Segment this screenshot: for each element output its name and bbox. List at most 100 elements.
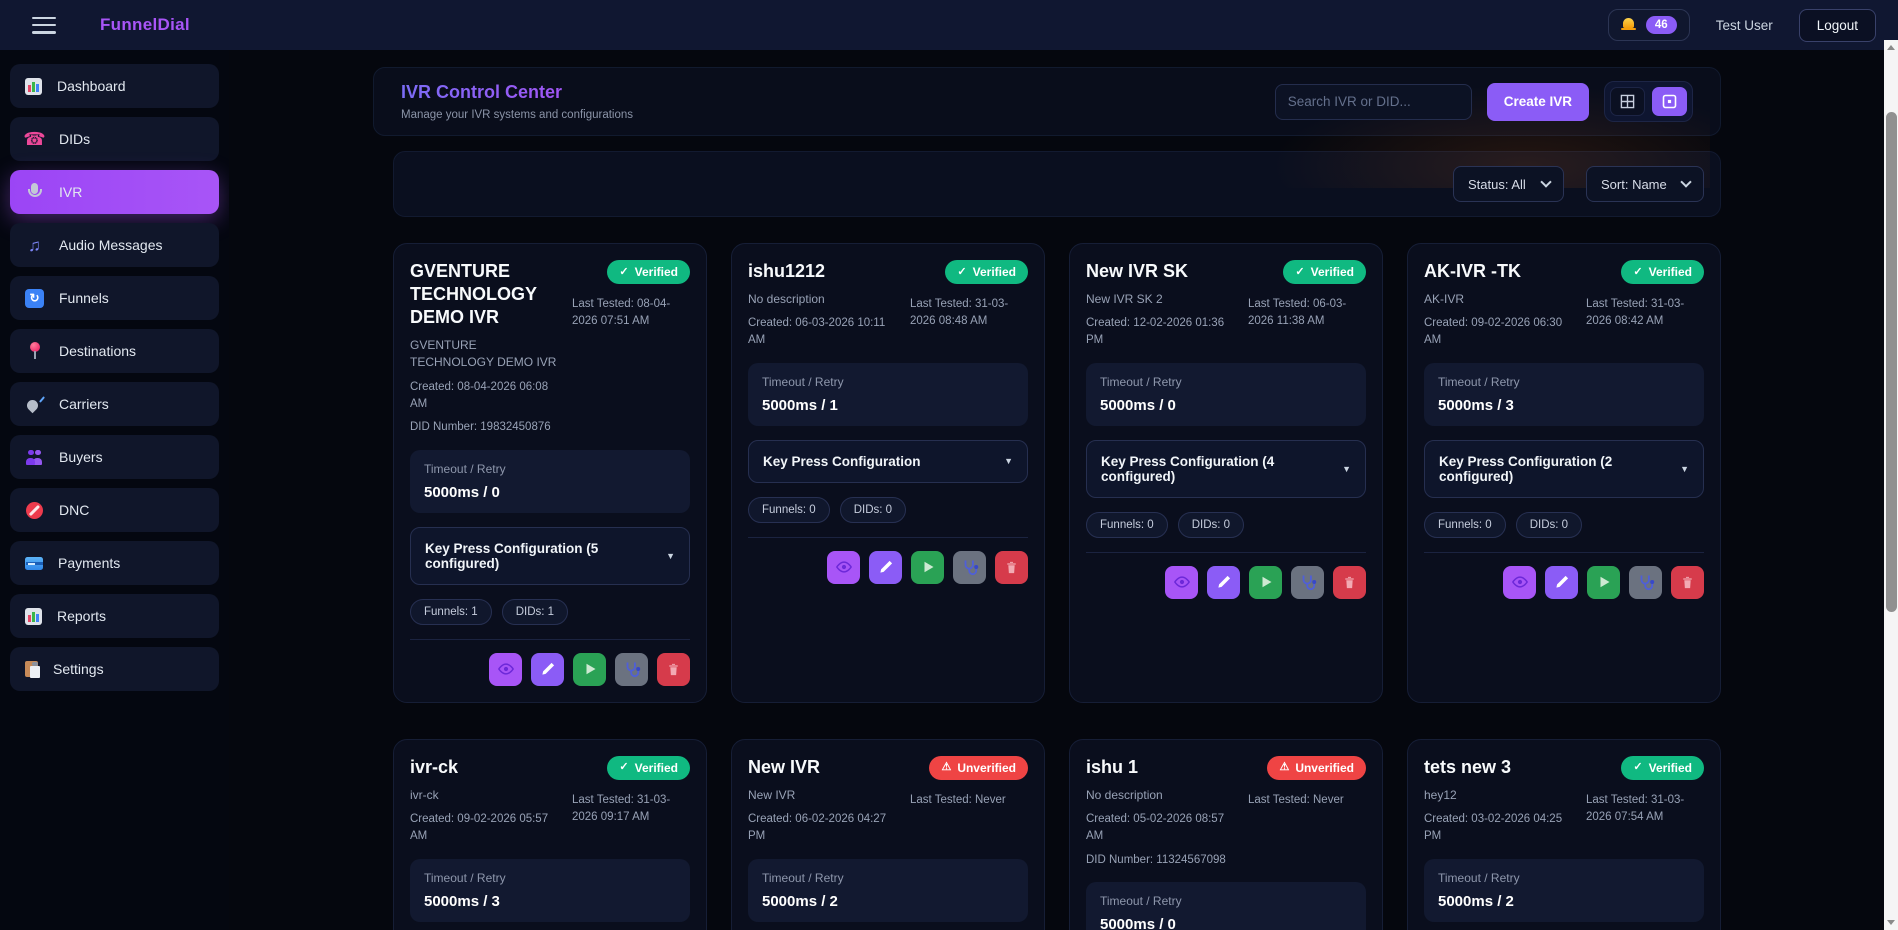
timeout-retry-box: Timeout / Retry 5000ms / 1 bbox=[748, 363, 1028, 426]
ivr-card-title: ishu1212 bbox=[748, 260, 900, 283]
view-ivr-button[interactable] bbox=[489, 653, 522, 686]
status-badge: ⚠ Unverified bbox=[1267, 756, 1366, 780]
dids-count-chip: DIDs: 0 bbox=[840, 497, 906, 523]
create-ivr-button[interactable]: Create IVR bbox=[1487, 83, 1589, 121]
delete-ivr-button[interactable] bbox=[1671, 566, 1704, 599]
table-view-button[interactable] bbox=[1610, 87, 1645, 116]
hamburger-menu-icon[interactable] bbox=[32, 17, 56, 34]
sidebar-item-settings[interactable]: Settings bbox=[10, 647, 219, 691]
status-filter-wrap: Status: All bbox=[1453, 166, 1564, 202]
status-badge: ✓ Verified bbox=[1621, 756, 1704, 780]
timeout-retry-value: 5000ms / 3 bbox=[424, 893, 676, 910]
topbar-right: 46 Test User Logout bbox=[1608, 9, 1876, 42]
ivr-card: ishu1212 No description Created: 06-03-2… bbox=[731, 243, 1045, 703]
sidebar-item-payments[interactable]: Payments bbox=[10, 541, 219, 585]
diagnostics-button[interactable] bbox=[615, 653, 648, 686]
timeout-retry-box: Timeout / Retry 5000ms / 0 bbox=[410, 450, 690, 513]
status-badge: ⚠ Unverified bbox=[929, 756, 1028, 780]
notifications-button[interactable]: 46 bbox=[1608, 9, 1690, 41]
sidebar-item-funnels[interactable]: Funnels bbox=[10, 276, 219, 320]
test-call-button[interactable] bbox=[1249, 566, 1282, 599]
sidebar-item-dids[interactable]: DIDs bbox=[10, 117, 219, 161]
test-call-button[interactable] bbox=[573, 653, 606, 686]
trash-icon bbox=[1004, 560, 1019, 575]
card-view-button[interactable] bbox=[1652, 87, 1687, 116]
funnels-count-chip: Funnels: 1 bbox=[410, 599, 492, 625]
funnels-count-chip: Funnels: 0 bbox=[748, 497, 830, 523]
sidebar-item-label: DIDs bbox=[59, 131, 90, 147]
status-badge-icon: ✓ bbox=[1633, 267, 1642, 278]
bell-icon bbox=[1621, 18, 1637, 33]
ivr-card-last-tested: Last Tested: 31-03-2026 08:42 AM bbox=[1586, 296, 1704, 329]
play-icon bbox=[1258, 574, 1274, 590]
logout-button[interactable]: Logout bbox=[1799, 9, 1876, 42]
test-call-button[interactable] bbox=[1587, 566, 1620, 599]
timeout-retry-label: Timeout / Retry bbox=[424, 462, 676, 476]
view-ivr-button[interactable] bbox=[1165, 566, 1198, 599]
keypress-config-dropdown[interactable]: Key Press Configuration (5 configured) ▼ bbox=[410, 527, 690, 585]
view-ivr-button[interactable] bbox=[1503, 566, 1536, 599]
sidebar-item-audio-messages[interactable]: Audio Messages bbox=[10, 223, 219, 267]
sidebar-item-destinations[interactable]: Destinations bbox=[10, 329, 219, 373]
ivr-card-description: No description bbox=[748, 291, 900, 308]
ivr-card-created: Created: 12-02-2026 01:36 PM bbox=[1086, 315, 1238, 348]
edit-ivr-button[interactable] bbox=[869, 551, 902, 584]
sidebar-item-carriers[interactable]: Carriers bbox=[10, 382, 219, 426]
sidebar-item-dnc[interactable]: DNC bbox=[10, 488, 219, 532]
sort-filter-select[interactable]: Sort: Name bbox=[1586, 166, 1704, 202]
ivr-card-title: AK-IVR -TK bbox=[1424, 260, 1576, 283]
delete-ivr-button[interactable] bbox=[995, 551, 1028, 584]
timeout-retry-value: 5000ms / 1 bbox=[762, 397, 1014, 414]
vertical-scrollbar[interactable] bbox=[1884, 40, 1898, 930]
scrollbar-thumb[interactable] bbox=[1886, 112, 1897, 612]
diagnostics-button[interactable] bbox=[1291, 566, 1324, 599]
notification-count-badge: 46 bbox=[1646, 16, 1677, 34]
eye-icon bbox=[835, 558, 853, 576]
chevron-down-icon: ▼ bbox=[1004, 456, 1013, 466]
timeout-retry-value: 5000ms / 2 bbox=[1438, 893, 1690, 910]
chart-icon bbox=[25, 608, 42, 625]
edit-ivr-button[interactable] bbox=[531, 653, 564, 686]
sidebar-item-reports[interactable]: Reports bbox=[10, 594, 219, 638]
ivr-card-created: Created: 06-02-2026 04:27 PM bbox=[748, 811, 900, 844]
sidebar-item-ivr[interactable]: IVR bbox=[10, 170, 219, 214]
timeout-retry-box: Timeout / Retry 5000ms / 0 bbox=[1086, 363, 1366, 426]
sidebar-item-dashboard[interactable]: Dashboard bbox=[10, 64, 219, 108]
stethoscope-icon bbox=[961, 558, 979, 576]
timeout-retry-value: 5000ms / 3 bbox=[1438, 397, 1690, 414]
scroll-up-arrow[interactable] bbox=[1884, 41, 1898, 54]
dish-icon bbox=[25, 395, 44, 414]
topbar: FunnelDial 46 Test User Logout bbox=[0, 0, 1898, 50]
diagnostics-button[interactable] bbox=[1629, 566, 1662, 599]
status-badge-label: Verified bbox=[973, 265, 1016, 279]
diagnostics-button[interactable] bbox=[953, 551, 986, 584]
ivr-card-created: Created: 09-02-2026 05:57 AM bbox=[410, 811, 562, 844]
edit-ivr-button[interactable] bbox=[1207, 566, 1240, 599]
ivr-card-description: New IVR bbox=[748, 787, 900, 804]
sidebar-item-label: Reports bbox=[57, 608, 106, 624]
status-filter-select[interactable]: Status: All bbox=[1453, 166, 1564, 202]
test-call-button[interactable] bbox=[911, 551, 944, 584]
ivr-card-title: ivr-ck bbox=[410, 756, 562, 779]
view-ivr-button[interactable] bbox=[827, 551, 860, 584]
sidebar-item-buyers[interactable]: Buyers bbox=[10, 435, 219, 479]
sidebar-item-label: Buyers bbox=[59, 449, 103, 465]
search-input[interactable] bbox=[1275, 84, 1472, 120]
timeout-retry-box: Timeout / Retry 5000ms / 2 bbox=[748, 859, 1028, 922]
keypress-config-dropdown[interactable]: Key Press Configuration ▼ bbox=[748, 440, 1028, 483]
ivr-card-description: New IVR SK 2 bbox=[1086, 291, 1238, 308]
scroll-down-arrow[interactable] bbox=[1884, 916, 1898, 929]
note-icon bbox=[25, 236, 44, 255]
ivr-card-title: ishu 1 bbox=[1086, 756, 1238, 779]
ivr-card-did-number: DID Number: 19832450876 bbox=[410, 419, 562, 436]
keypress-config-dropdown[interactable]: Key Press Configuration (4 configured) ▼ bbox=[1086, 440, 1366, 498]
status-badge: ✓ Verified bbox=[1283, 260, 1366, 284]
ivr-card: ishu 1 No description Created: 05-02-202… bbox=[1069, 739, 1383, 930]
edit-ivr-button[interactable] bbox=[1545, 566, 1578, 599]
delete-ivr-button[interactable] bbox=[1333, 566, 1366, 599]
ivr-card-description: GVENTURE TECHNOLOGY DEMO IVR bbox=[410, 337, 562, 372]
keypress-config-dropdown[interactable]: Key Press Configuration (2 configured) ▼ bbox=[1424, 440, 1704, 498]
ivr-card-last-tested: Last Tested: Never bbox=[910, 792, 1028, 809]
pin-icon bbox=[25, 342, 44, 361]
delete-ivr-button[interactable] bbox=[657, 653, 690, 686]
